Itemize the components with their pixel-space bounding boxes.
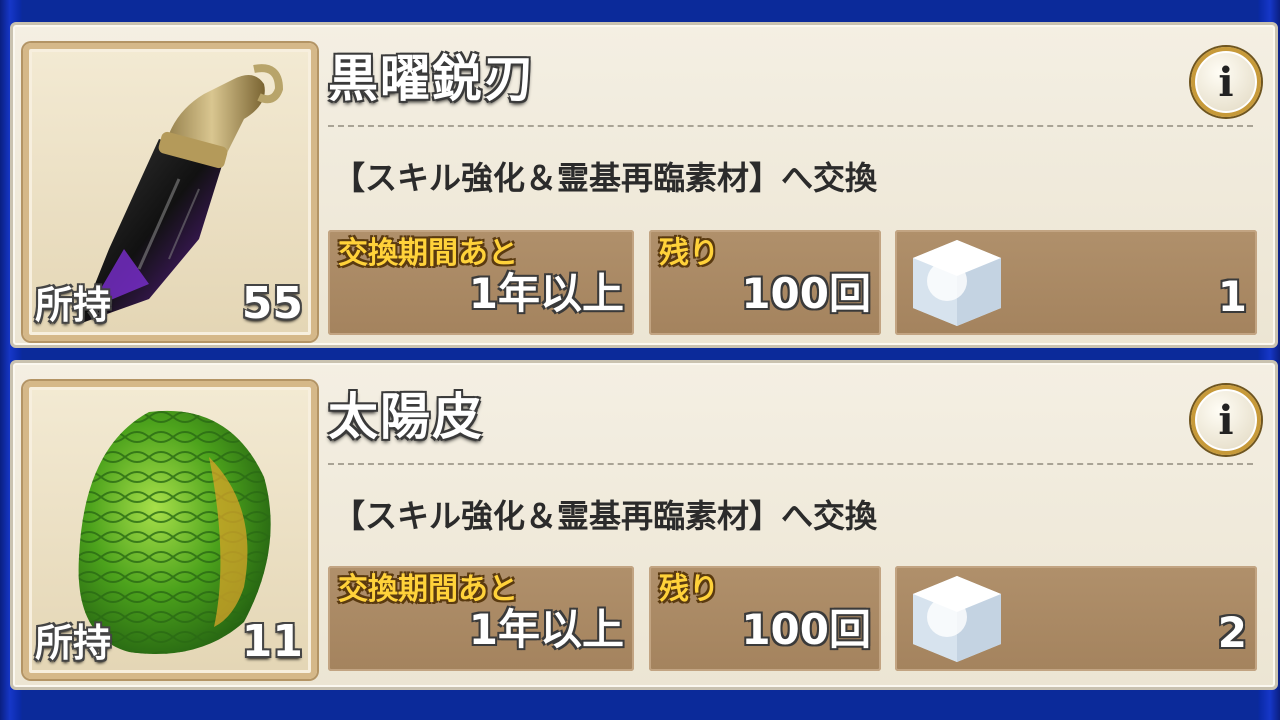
cost-box: 1 [895, 230, 1257, 335]
info-icon: i [1218, 58, 1234, 106]
exchange-period-box: 交換期間あと 1年以上 [328, 230, 634, 335]
info-button[interactable]: i [1191, 47, 1261, 117]
remaining-value: 100回 [741, 605, 871, 654]
cost-value: 2 [1217, 608, 1247, 657]
exchange-item-card[interactable]: 所持 55 黒曜鋭刃 i 【スキル強化＆霊基再臨素材】へ交換 交換期間あと 1年… [10, 22, 1278, 348]
period-value: 1年以上 [468, 605, 624, 654]
period-value: 1年以上 [468, 269, 624, 318]
cost-value: 1 [1217, 272, 1247, 321]
held-count: 55 [241, 278, 303, 329]
exchange-period-box: 交換期間あと 1年以上 [328, 566, 634, 671]
remaining-value: 100回 [741, 269, 871, 318]
exchange-item-card[interactable]: 所持 11 太陽皮 i 【スキル強化＆霊基再臨素材】へ交換 交換期間あと 1年以… [10, 360, 1278, 690]
info-button[interactable]: i [1191, 385, 1261, 455]
item-thumbnail: 所持 55 [23, 43, 317, 341]
item-name: 太陽皮 [328, 388, 484, 446]
item-thumbnail: 所持 11 [23, 381, 317, 679]
held-label: 所持 [35, 283, 112, 327]
held-label: 所持 [35, 621, 112, 665]
held-count: 11 [241, 616, 303, 667]
remaining-box: 残り 100回 [649, 230, 881, 335]
remaining-box: 残り 100回 [649, 566, 881, 671]
divider [328, 125, 1253, 127]
item-description: 【スキル強化＆霊基再臨素材】へ交換 [333, 497, 878, 535]
info-icon: i [1218, 396, 1234, 444]
item-description: 【スキル強化＆霊基再臨素材】へ交換 [333, 159, 878, 197]
remaining-label: 残り [659, 236, 719, 271]
cube-currency-icon [913, 576, 1001, 662]
remaining-label: 残り [659, 572, 719, 607]
item-name: 黒曜鋭刃 [328, 50, 536, 108]
cost-box: 2 [895, 566, 1257, 671]
cube-currency-icon [913, 240, 1001, 326]
divider [328, 463, 1253, 465]
